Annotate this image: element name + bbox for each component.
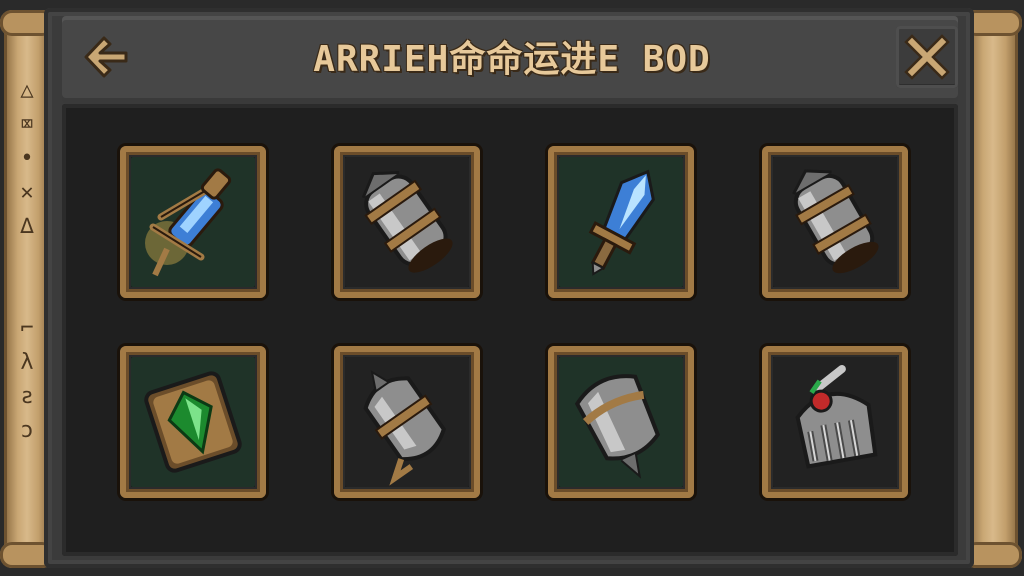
rune-glyph: ✕ — [20, 180, 34, 205]
page-title: ARRIEH命命运进E BOD — [313, 39, 711, 80]
inventory-slot-7[interactable] — [548, 346, 694, 498]
rune-glyph: ⌧ — [20, 112, 34, 137]
inventory-slot-5[interactable] — [120, 346, 266, 498]
iron-spiked-pauldron-icon — [574, 374, 661, 479]
inventory-slot-3[interactable] — [548, 146, 694, 298]
rune-column: △ ⌧ • ✕ ∆ ⌐ λ ƨ ɔ — [10, 74, 44, 448]
inventory-slot-1[interactable] — [120, 146, 266, 298]
iron-spiked-bracer-icon — [363, 370, 446, 486]
close-x-icon — [904, 34, 950, 80]
inventory-slot-2[interactable] — [334, 146, 480, 298]
right-scroll-decoration — [964, 10, 1022, 568]
inventory-slot-4[interactable] — [762, 146, 908, 298]
inventory-grid — [120, 146, 912, 502]
rune-glyph: • — [20, 146, 34, 171]
close-button[interactable] — [896, 26, 958, 88]
inventory-slot-6[interactable] — [334, 346, 480, 498]
crystal-crossbow-icon — [145, 168, 232, 277]
rune-glyph: ƨ — [20, 384, 34, 409]
rune-glyph: ∆ — [20, 214, 34, 239]
rune-glyph: λ — [20, 350, 34, 375]
steel-helmet-icon — [795, 364, 878, 469]
emerald-amulet-icon — [144, 371, 242, 473]
inventory-slot-8[interactable] — [762, 346, 908, 498]
iron-gauntlet-icon — [361, 171, 453, 273]
rune-glyph: △ — [20, 78, 34, 103]
iron-gauntlet-icon — [792, 169, 879, 274]
rune-glyph: ɔ — [20, 418, 34, 443]
rune-glyph: ⌐ — [20, 316, 34, 341]
rune-glyph — [10, 244, 44, 278]
back-button[interactable] — [76, 28, 134, 86]
arrow-left-icon — [84, 36, 128, 78]
rune-glyph — [10, 278, 44, 312]
blue-crystal-dagger-icon — [588, 169, 655, 276]
